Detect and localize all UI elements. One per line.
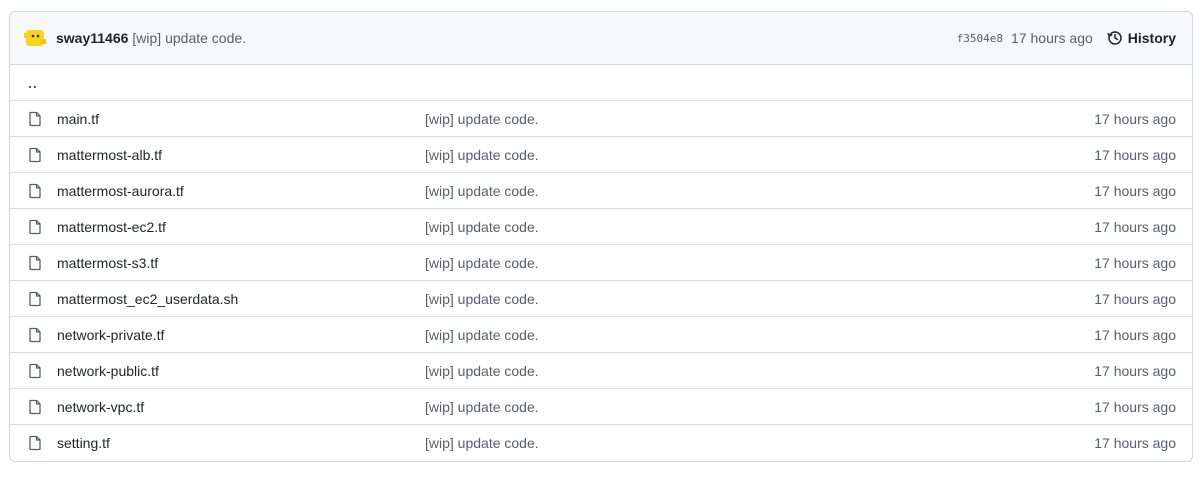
file-icon	[27, 219, 43, 235]
file-row[interactable]: mattermost-aurora.tf [wip] update code. 17…	[10, 173, 1192, 209]
file-browser: sway11466 [wip] update code. f3504e8 17 …	[9, 11, 1193, 462]
file-name-link[interactable]: mattermost_ec2_userdata.sh	[57, 291, 425, 307]
file-commit-message-link[interactable]: [wip] update code.	[425, 435, 1094, 451]
file-icon	[27, 435, 43, 451]
history-label: History	[1127, 30, 1176, 46]
file-commit-age: 17 hours ago	[1094, 398, 1176, 415]
file-row[interactable]: network-vpc.tf [wip] update code. 17 hours…	[10, 389, 1192, 425]
file-list: main.tf [wip] update code. 17 hours ago mat…	[10, 101, 1192, 461]
latest-commit-bar: sway11466 [wip] update code. f3504e8 17 …	[10, 12, 1192, 65]
file-name-link[interactable]: setting.tf	[57, 435, 425, 451]
file-commit-message-link[interactable]: [wip] update code.	[425, 363, 1094, 379]
file-name-link[interactable]: mattermost-s3.tf	[57, 255, 425, 271]
file-row[interactable]: main.tf [wip] update code. 17 hours ago	[10, 101, 1192, 137]
file-icon	[27, 147, 43, 163]
avatar-icon[interactable]	[24, 27, 46, 49]
file-commit-message-link[interactable]: [wip] update code.	[425, 291, 1094, 307]
file-commit-message-link[interactable]: [wip] update code.	[425, 183, 1094, 199]
file-commit-age: 17 hours ago	[1094, 110, 1176, 127]
file-commit-age: 17 hours ago	[1094, 435, 1176, 451]
file-row[interactable]: network-private.tf [wip] update code. 17 h…	[10, 317, 1192, 353]
commit-message-link[interactable]: [wip] update code.	[132, 30, 246, 46]
file-name-link[interactable]: network-public.tf	[57, 363, 425, 379]
file-icon	[27, 255, 43, 271]
file-commit-message-link[interactable]: [wip] update code.	[425, 255, 1094, 271]
file-commit-age: 17 hours ago	[1094, 182, 1176, 199]
file-commit-message-link[interactable]: [wip] update code.	[425, 219, 1094, 235]
commit-sha-link[interactable]: f3504e8	[957, 32, 1003, 45]
file-commit-age: 17 hours ago	[1094, 326, 1176, 343]
file-commit-message-link[interactable]: [wip] update code.	[425, 147, 1094, 163]
file-name-link[interactable]: mattermost-ec2.tf	[57, 219, 425, 235]
file-commit-age: 17 hours ago	[1094, 146, 1176, 163]
file-name-link[interactable]: network-private.tf	[57, 327, 425, 343]
history-button[interactable]: History	[1107, 30, 1176, 46]
file-commit-message-link[interactable]: [wip] update code.	[425, 399, 1094, 415]
file-row[interactable]: mattermost-alb.tf [wip] update code. 17 ho…	[10, 137, 1192, 173]
file-commit-age: 17 hours ago	[1094, 290, 1176, 307]
file-commit-message-link[interactable]: [wip] update code.	[425, 111, 1094, 127]
parent-directory-link[interactable]: ..	[10, 65, 1192, 101]
file-name-link[interactable]: mattermost-alb.tf	[57, 147, 425, 163]
file-row[interactable]: network-public.tf [wip] update code. 17 ho…	[10, 353, 1192, 389]
file-row[interactable]: mattermost-s3.tf [wip] update code. 17 hou…	[10, 245, 1192, 281]
file-name-link[interactable]: mattermost-aurora.tf	[57, 183, 425, 199]
file-icon	[27, 399, 43, 415]
file-icon	[27, 291, 43, 307]
file-commit-message-link[interactable]: [wip] update code.	[425, 327, 1094, 343]
file-icon	[27, 111, 43, 127]
file-icon	[27, 363, 43, 379]
commit-author-link[interactable]: sway11466	[56, 30, 128, 46]
history-icon	[1107, 31, 1122, 45]
file-row[interactable]: mattermost-ec2.tf [wip] update code. 17 ho…	[10, 209, 1192, 245]
file-row[interactable]: mattermost_ec2_userdata.sh [wip] update c…	[10, 281, 1192, 317]
file-icon	[27, 327, 43, 343]
file-commit-age: 17 hours ago	[1094, 362, 1176, 379]
file-name-link[interactable]: main.tf	[57, 111, 425, 127]
file-commit-age: 17 hours ago	[1094, 254, 1176, 271]
file-commit-age: 17 hours ago	[1094, 218, 1176, 235]
file-icon	[27, 183, 43, 199]
file-row[interactable]: setting.tf [wip] update code. 17 hours ago	[10, 425, 1192, 461]
commit-age: 17 hours ago	[1011, 30, 1093, 46]
file-name-link[interactable]: network-vpc.tf	[57, 399, 425, 415]
